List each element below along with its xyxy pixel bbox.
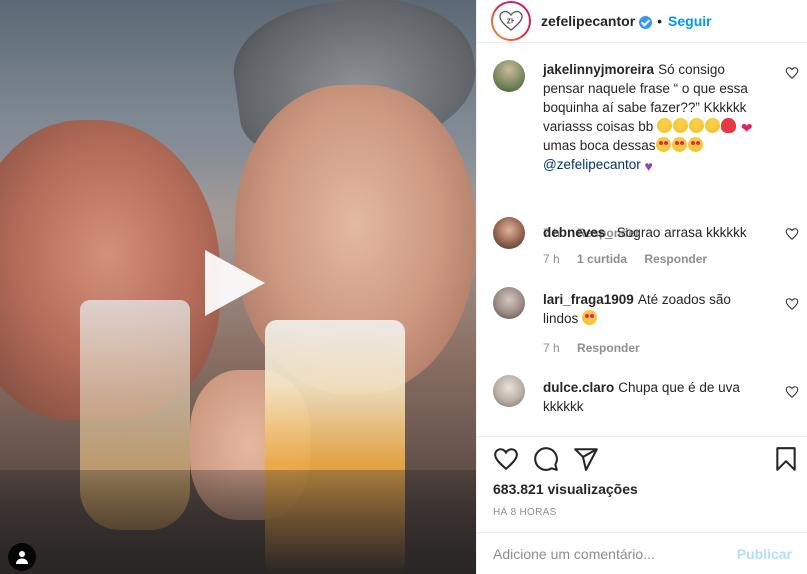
owner-username[interactable]: zefelipecantor (541, 13, 635, 29)
publish-button[interactable]: Publicar (737, 546, 792, 562)
follow-button[interactable]: Seguir (668, 13, 712, 29)
reply-button[interactable]: Responder (644, 252, 707, 266)
heart-eyes-emoji-icon (687, 137, 703, 152)
commenter-username[interactable]: jakelinnyjmoreira (543, 62, 654, 77)
likes-count[interactable]: 1 curtida (577, 252, 627, 266)
heart-icon (494, 448, 518, 471)
comment-text-part: umas boca dessas (543, 138, 656, 153)
play-icon[interactable] (205, 250, 265, 316)
commenter-avatar[interactable] (493, 217, 525, 249)
comment-item: lari_fraga1909 Até zoados são lindos 7 h … (493, 287, 799, 367)
reply-button[interactable]: Responder (577, 341, 640, 355)
like-button[interactable] (493, 446, 519, 472)
heart-icon[interactable] (785, 385, 799, 399)
heart-icon[interactable] (785, 66, 799, 80)
post-actions (477, 436, 807, 480)
save-button[interactable] (773, 446, 799, 472)
grinning-sweat-emoji-icon (673, 118, 689, 133)
comment-meta: 7 h Responder (543, 341, 654, 355)
post-side-panel: zefelipecantor • Seguir jakelinnyjmoreir… (476, 0, 807, 574)
comment-composer: Publicar (477, 532, 807, 574)
post-video[interactable] (0, 0, 476, 574)
owner-avatar[interactable] (491, 1, 531, 41)
comment-button[interactable] (533, 446, 559, 472)
comment-item: debneves_ Sograo arrasa kkkkkk 7 h 1 curt… (493, 217, 799, 277)
red-heart-emoji-icon: ❤ (740, 120, 753, 136)
commenter-avatar[interactable] (493, 60, 525, 92)
comment-text-part: Sograo arrasa kkkkkk (616, 225, 747, 240)
post-timestamp[interactable]: HÁ 8 HORAS (493, 507, 557, 518)
comment-text: jakelinnyjmoreira Só consigo pensar naque… (543, 60, 765, 174)
heart-eyes-emoji-icon (582, 310, 598, 325)
kiss-lips-emoji-icon (721, 118, 737, 133)
heart-icon[interactable] (785, 297, 799, 311)
grinning-sweat-emoji-icon (705, 118, 721, 133)
commenter-username[interactable]: dulce.claro (543, 380, 614, 395)
comment-time: 7 h (543, 341, 560, 355)
views-number: 683.821 (493, 481, 544, 497)
comment-text: lari_fraga1909 Até zoados são lindos (543, 290, 765, 328)
share-button[interactable] (573, 446, 599, 472)
comment-item: dulce.claro Chupa que é de uva kkkkkk (493, 375, 799, 435)
comments-list[interactable]: jakelinnyjmoreira Só consigo pensar naque… (477, 44, 807, 436)
video-shirt (0, 470, 476, 574)
views-count[interactable]: 683.821 visualizações (493, 481, 638, 497)
user-tag-icon[interactable] (8, 543, 36, 571)
bookmark-icon (776, 447, 796, 471)
heart-eyes-emoji-icon (655, 137, 671, 152)
comment-meta: 7 h 1 curtida Responder (543, 252, 721, 266)
commenter-username[interactable]: lari_fraga1909 (543, 292, 634, 307)
verified-badge-icon (639, 15, 653, 29)
commenter-username[interactable]: debneves_ (543, 225, 613, 240)
post-header: zefelipecantor • Seguir (477, 0, 807, 43)
mention-link[interactable]: @zefelipecantor (543, 157, 641, 172)
heart-eyes-emoji-icon (671, 137, 687, 152)
comment-input[interactable] (493, 545, 737, 562)
views-label: visualizações (547, 481, 638, 497)
grinning-sweat-emoji-icon (657, 118, 673, 133)
commenter-avatar[interactable] (493, 375, 525, 407)
heart-icon[interactable] (785, 227, 799, 241)
purple-heart-emoji-icon: ♥ (644, 158, 653, 174)
comment-time: 7 h (543, 252, 560, 266)
grinning-sweat-emoji-icon (689, 118, 705, 133)
comment-item: jakelinnyjmoreira Só consigo pensar naque… (493, 60, 799, 240)
comment-icon (534, 447, 558, 471)
comment-text: debneves_ Sograo arrasa kkkkkk (543, 223, 765, 242)
separator-dot: • (657, 13, 663, 29)
comment-text: dulce.claro Chupa que é de uva kkkkkk (543, 378, 765, 416)
heart-logo-icon (499, 10, 523, 31)
commenter-avatar[interactable] (493, 287, 525, 319)
paper-plane-icon (574, 448, 598, 471)
